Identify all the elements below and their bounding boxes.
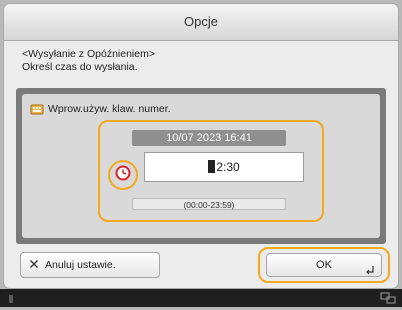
input-method-label: Wprow.używ. klaw. numer.	[48, 103, 171, 115]
ok-button[interactable]: OK	[266, 253, 382, 277]
ok-label: OK	[316, 259, 332, 271]
time-range-hint: (00:00-23:59)	[132, 198, 286, 210]
status-bar	[0, 289, 402, 307]
input-label-row: Wprow.używ. klaw. numer.	[30, 100, 171, 118]
dialog-message: <Wysyłanie z Opóźnieniem> Określ czas do…	[22, 48, 382, 74]
enter-icon	[365, 261, 375, 275]
time-input[interactable]: 2:30	[144, 152, 304, 182]
message-line-2: Określ czas do wysłania.	[22, 61, 138, 73]
message-line-1: <Wysyłanie z Opóźnieniem>	[22, 48, 155, 60]
time-value: 2:30	[216, 160, 240, 174]
clock-icon-button[interactable]	[108, 160, 138, 190]
cancel-settings-button[interactable]: Anuluj ustawie.	[20, 252, 160, 278]
cancel-settings-label: Anuluj ustawie.	[45, 259, 116, 271]
keyboard-icon	[30, 103, 44, 115]
network-icon[interactable]	[380, 291, 396, 305]
current-date-time: 10/07 2023 16:41	[132, 130, 286, 146]
status-indicator-icon	[6, 292, 16, 304]
dialog-title: Opcje	[4, 4, 398, 41]
close-icon	[29, 259, 39, 272]
settings-area: Wprow.używ. klaw. numer. 10/07 2023 16:4…	[16, 88, 386, 244]
time-settings-panel: Wprow.używ. klaw. numer. 10/07 2023 16:4…	[22, 94, 380, 238]
ok-button-highlight: OK	[258, 247, 390, 283]
clock-icon	[114, 164, 132, 187]
options-dialog: Opcje <Wysyłanie z Opóźnieniem> Określ c…	[4, 4, 398, 288]
text-cursor	[208, 160, 216, 173]
